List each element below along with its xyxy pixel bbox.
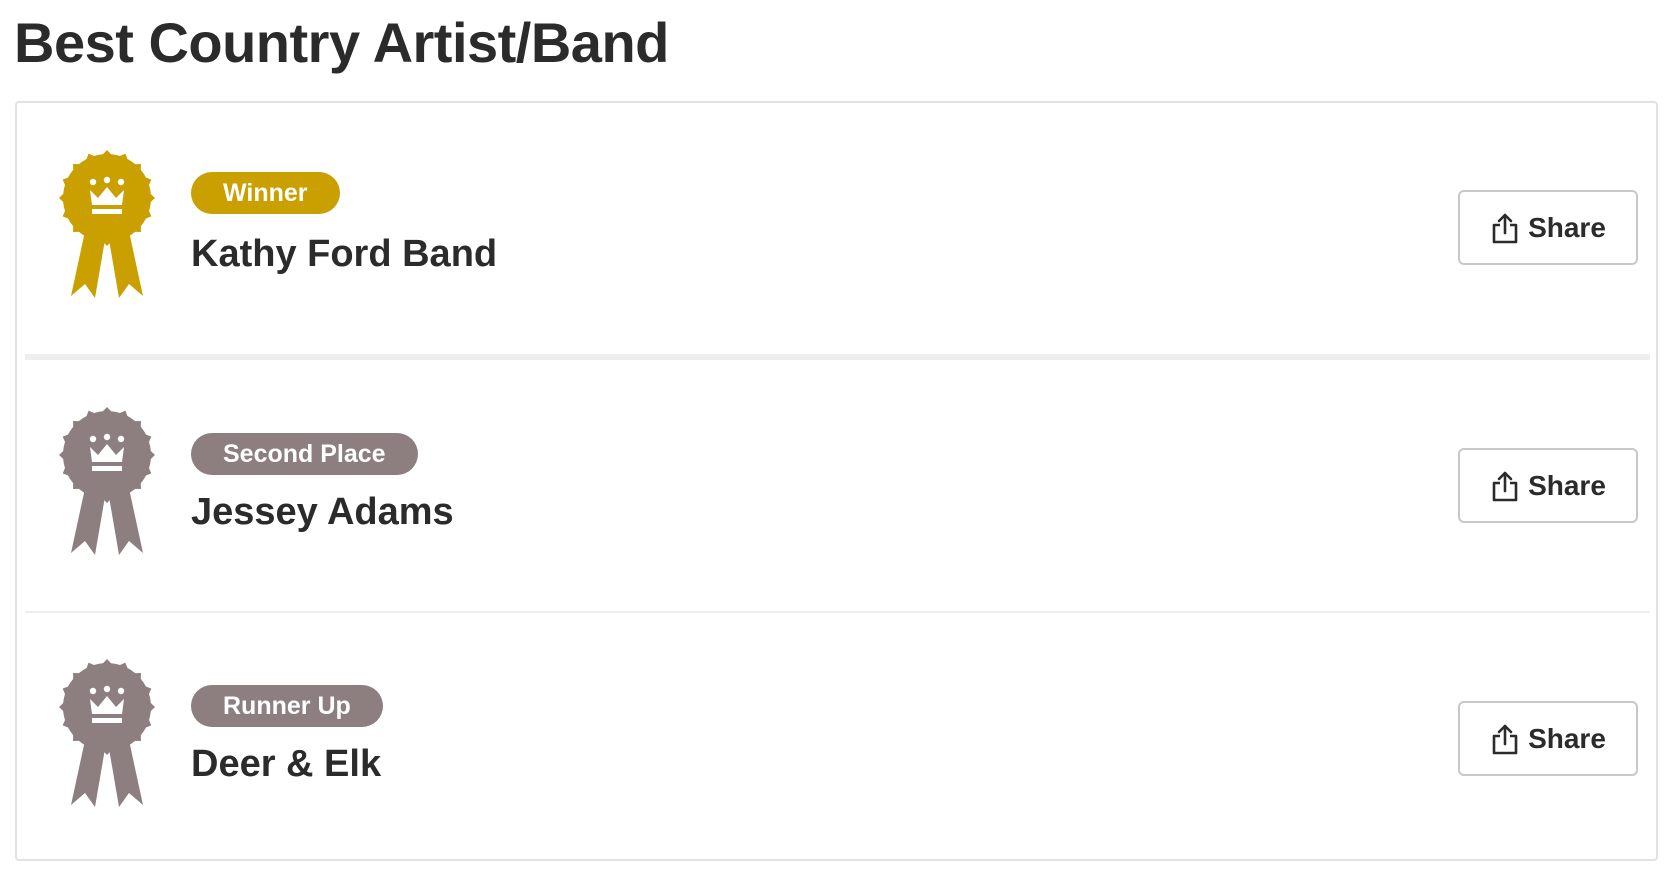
share-button[interactable]: Share xyxy=(1458,190,1638,265)
share-button[interactable]: Share xyxy=(1458,448,1638,523)
divider xyxy=(25,611,1650,613)
share-label: Share xyxy=(1528,211,1606,243)
share-icon xyxy=(1492,471,1518,501)
artist-name: Deer & Elk xyxy=(191,743,382,785)
page-title: Best Country Artist/Band xyxy=(14,11,669,74)
share-label: Share xyxy=(1528,722,1606,754)
share-icon xyxy=(1492,213,1518,243)
share-button[interactable]: Share xyxy=(1458,701,1638,776)
place-badge: Winner xyxy=(191,172,340,214)
results-card: Winner Kathy Ford Band Share Second Plac… xyxy=(15,101,1658,861)
award-ribbon-icon xyxy=(59,150,155,298)
share-icon xyxy=(1492,724,1518,754)
place-badge: Runner Up xyxy=(191,685,383,727)
artist-name: Kathy Ford Band xyxy=(191,233,498,275)
share-label: Share xyxy=(1528,469,1606,501)
award-ribbon-icon xyxy=(59,659,155,807)
artist-name: Jessey Adams xyxy=(191,491,454,533)
result-row-second-place: Second Place Jessey Adams Share xyxy=(25,360,1650,611)
result-row-winner: Winner Kathy Ford Band Share xyxy=(25,103,1650,354)
award-ribbon-icon xyxy=(59,407,155,555)
result-row-runner-up: Runner Up Deer & Elk Share xyxy=(25,614,1650,861)
place-badge: Second Place xyxy=(191,433,418,475)
